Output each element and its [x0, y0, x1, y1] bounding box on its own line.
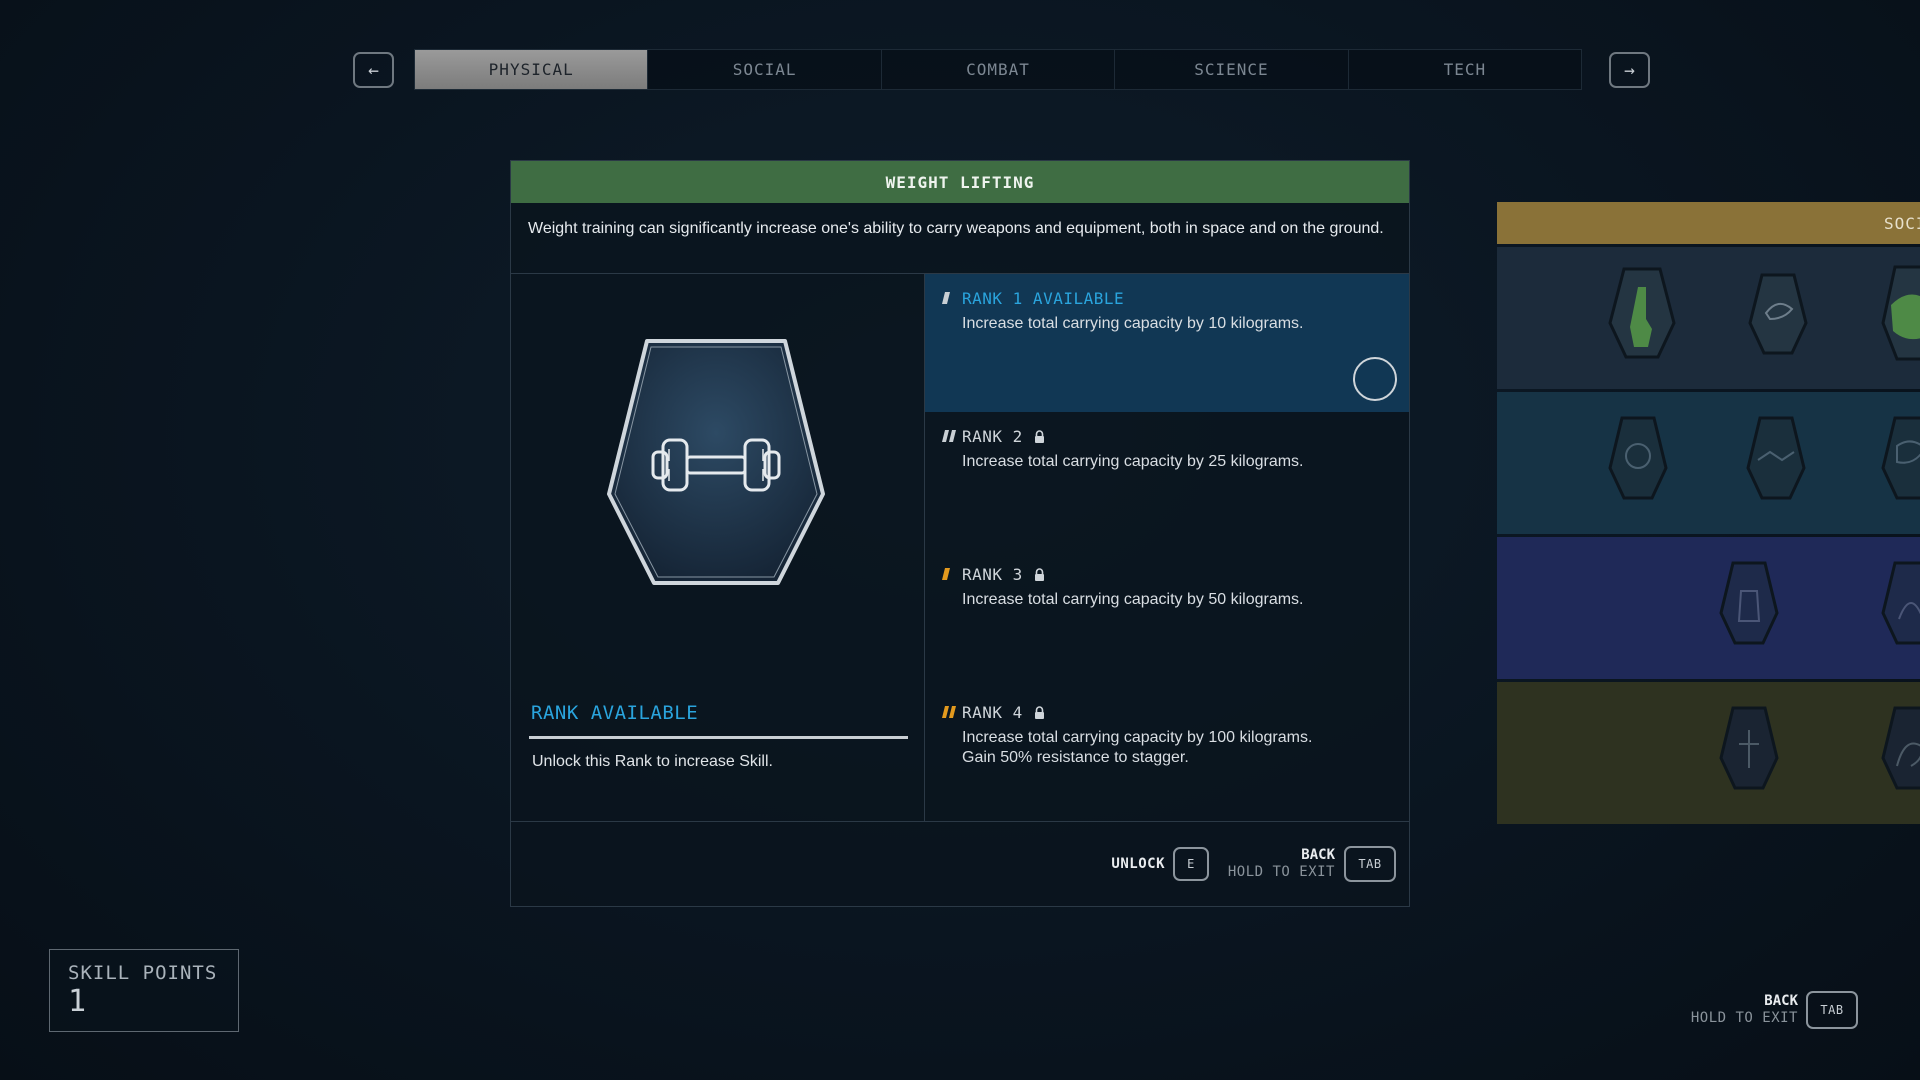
skill-description: Weight training can significantly increa… [511, 203, 1409, 274]
rank-description: Increase total carrying capacity by 10 k… [962, 315, 1304, 332]
next-category-button[interactable]: → [1609, 52, 1650, 88]
hold-to-exit-label: HOLD TO EXIT [1227, 864, 1335, 880]
lock-icon [1034, 567, 1045, 581]
rank-row-4[interactable]: RANK 4 Increase total carrying capacity … [925, 688, 1409, 826]
skill-category-tabs: PHYSICAL SOCIAL COMBAT SCIENCE TECH [414, 49, 1582, 90]
skill-title: WEIGHT LIFTING [511, 161, 1409, 203]
social-skills-preview[interactable]: SOCIAL [1497, 202, 1920, 824]
skill-card-icon[interactable] [1608, 267, 1676, 359]
rank-3-bar-icon [940, 566, 962, 582]
rank-status-title: RANK AVAILABLE [531, 702, 699, 724]
back-label: BACK [1764, 993, 1798, 1009]
rank-1-bar-icon [940, 290, 962, 306]
tab-social[interactable]: SOCIAL [648, 50, 882, 89]
rank-row-1[interactable]: RANK 1 AVAILABLE Increase total carrying… [925, 274, 1409, 412]
rank-list: RANK 1 AVAILABLE Increase total carrying… [925, 274, 1409, 821]
skill-card-icon[interactable] [1719, 561, 1779, 645]
skill-points-label: SKILL POINTS [68, 962, 218, 984]
back-button[interactable]: BACK HOLD TO EXIT TAB [1228, 846, 1396, 882]
tab-science[interactable]: SCIENCE [1115, 50, 1349, 89]
skill-card-icon[interactable] [1608, 416, 1668, 500]
back-label: BACK [1301, 847, 1335, 863]
skill-card-icon[interactable] [1746, 416, 1806, 500]
unlock-label: UNLOCK [1111, 856, 1165, 872]
skill-tier-row [1497, 247, 1920, 389]
tab-combat[interactable]: COMBAT [881, 50, 1116, 89]
back-key-hint: TAB [1344, 846, 1396, 882]
skill-detail-panel: WEIGHT LIFTING Weight training can signi… [510, 160, 1410, 907]
skill-card-icon[interactable] [1881, 265, 1920, 361]
rank-description: Increase total carrying capacity by 100 … [962, 729, 1313, 766]
rank-label: RANK 2 [962, 426, 1023, 446]
rank-row-3[interactable]: RANK 3 Increase total carrying capacity … [925, 550, 1409, 688]
tab-tech[interactable]: TECH [1348, 50, 1582, 89]
unlock-button[interactable]: UNLOCK E [1111, 847, 1209, 881]
rank-description: Increase total carrying capacity by 25 k… [962, 453, 1304, 470]
select-rank-circle-icon[interactable] [1353, 357, 1397, 401]
rank-label: RANK 3 [962, 564, 1023, 584]
global-back-button[interactable]: BACK HOLD TO EXIT TAB [1691, 991, 1858, 1029]
unlock-key-hint: E [1173, 847, 1209, 881]
skill-tier-row [1497, 392, 1920, 534]
rank-row-2[interactable]: RANK 2 Increase total carrying capacity … [925, 412, 1409, 550]
rank-4-bar-icon [940, 704, 962, 720]
back-key-hint: TAB [1806, 991, 1858, 1029]
tab-physical[interactable]: PHYSICAL [415, 50, 649, 89]
lock-icon [1034, 429, 1045, 443]
rank-label: RANK 4 [962, 702, 1023, 722]
rank-label: RANK 1 AVAILABLE [962, 288, 1125, 308]
skill-overview: RANK AVAILABLE Unlock this Rank to incre… [511, 274, 925, 821]
skill-card-icon[interactable] [1748, 273, 1808, 355]
skill-points-value: 1 [68, 984, 87, 1019]
rank-status-divider [529, 736, 908, 739]
skill-card-icon[interactable] [1719, 706, 1779, 790]
rank-2-bar-icon [940, 428, 962, 444]
panel-footer: UNLOCK E BACK HOLD TO EXIT TAB [511, 822, 1409, 906]
skill-card-icon[interactable] [1881, 706, 1920, 790]
rank-description: Increase total carrying capacity by 50 k… [962, 591, 1304, 608]
dumbbell-icon [603, 336, 829, 588]
skill-card-icon[interactable] [1881, 416, 1920, 500]
skill-tier-row [1497, 682, 1920, 824]
hold-to-exit-label: HOLD TO EXIT [1690, 1010, 1798, 1026]
rank-status-text: Unlock this Rank to increase Skill. [532, 753, 773, 770]
skill-points-counter: SKILL POINTS 1 [49, 949, 239, 1032]
skill-card-icon[interactable] [1881, 561, 1920, 645]
skill-tier-row [1497, 537, 1920, 679]
lock-icon [1034, 705, 1045, 719]
social-preview-header: SOCIAL [1497, 202, 1920, 244]
previous-category-button[interactable]: ← [353, 52, 394, 88]
